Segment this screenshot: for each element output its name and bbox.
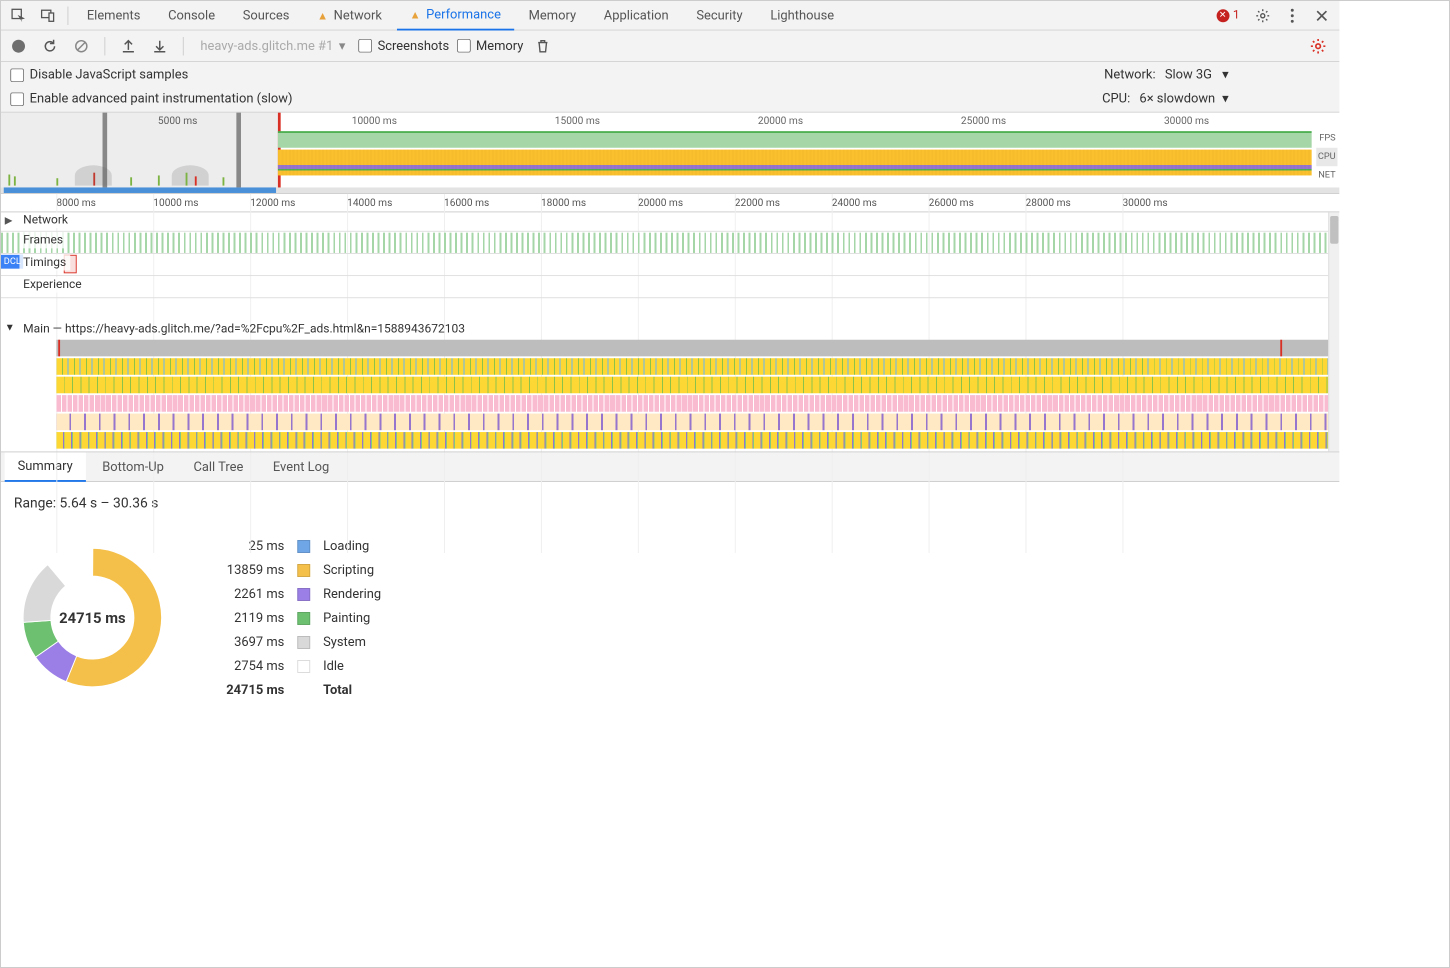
legend-value: 25 ms (226, 539, 284, 554)
track-experience-label[interactable]: Experience (19, 277, 85, 293)
track-main-label[interactable]: Main — https://heavy-ads.glitch.me/?ad=%… (19, 321, 468, 337)
cpu-throttle-label: CPU: (1102, 91, 1130, 106)
performance-toolbar: heavy-ads.glitch.me #1▾ Screenshots Memo… (1, 31, 1339, 62)
legend-name: Scripting (323, 563, 381, 578)
flame-chart[interactable]: ▶ Network Frames DCL Timings Experience … (1, 212, 1339, 452)
devtools-tabbar: Elements Console Sources ▲Network ▲Perfo… (1, 1, 1339, 31)
net-label: NET (1316, 166, 1338, 184)
disable-js-samples-checkbox[interactable]: Disable JavaScript samples (10, 67, 292, 82)
tab-security[interactable]: Security (683, 1, 755, 31)
legend-value: 13859 ms (226, 563, 284, 578)
donut-center-value: 24715 ms (14, 539, 171, 696)
record-button[interactable] (7, 34, 31, 58)
cpu-label: CPU (1316, 148, 1338, 166)
legend-name: Painting (323, 611, 381, 626)
enable-paint-instrumentation-checkbox[interactable]: Enable advanced paint instrumentation (s… (10, 91, 292, 106)
timeline-overview[interactable]: 5000 ms 10000 ms 15000 ms 20000 ms 25000… (1, 113, 1339, 194)
tab-event-log[interactable]: Event Log (260, 452, 342, 482)
legend-value: 3697 ms (226, 635, 284, 650)
fps-label: FPS (1316, 129, 1338, 147)
legend-value: 2119 ms (226, 611, 284, 626)
tab-performance[interactable]: ▲Performance (397, 1, 514, 31)
summary-legend: 25 ms Loading 13859 ms Scripting 2261 ms Rend… (226, 539, 381, 698)
garbage-collect-icon[interactable] (531, 34, 555, 58)
save-profile-icon[interactable] (148, 34, 172, 58)
legend-swatch (297, 636, 310, 649)
tab-call-tree[interactable]: Call Tree (181, 452, 257, 482)
range-text: Range: 5.64 s – 30.36 s (14, 495, 1327, 512)
error-count[interactable]: ✕ 1 (1216, 8, 1239, 22)
tab-elements[interactable]: Elements (74, 1, 153, 31)
tab-summary[interactable]: Summary (5, 452, 86, 482)
detail-ruler[interactable]: 8000 ms 10000 ms 12000 ms 14000 ms 16000… (1, 194, 1339, 212)
separator (183, 37, 184, 55)
inspect-icon[interactable] (5, 1, 33, 29)
tab-sources[interactable]: Sources (230, 1, 303, 31)
tab-memory[interactable]: Memory (516, 1, 589, 31)
main-expander-icon[interactable]: ▼ (5, 321, 15, 333)
legend-total-value: 24715 ms (226, 683, 284, 698)
main-flame[interactable] (56, 340, 1328, 449)
track-frames (1, 233, 1328, 253)
summary-panel: Range: 5.64 s – 30.36 s 24715 ms 25 ms Lo… (1, 482, 1339, 895)
legend-swatch (297, 588, 310, 601)
tab-bottom-up[interactable]: Bottom-Up (89, 452, 177, 482)
track-frames-label[interactable]: Frames (19, 233, 66, 249)
load-profile-icon[interactable] (116, 34, 140, 58)
overview-minibars (1, 131, 278, 185)
legend-swatch (297, 612, 310, 625)
legend-swatch (297, 540, 310, 553)
legend-value: 2261 ms (226, 587, 284, 602)
legend-name: Loading (323, 539, 381, 554)
overview-cpu (278, 150, 1312, 176)
capture-settings-panel: Disable JavaScript samples Enable advanc… (1, 62, 1339, 113)
separator (104, 37, 105, 55)
settings-gear-icon[interactable] (1249, 1, 1277, 29)
clear-button[interactable] (69, 34, 93, 58)
close-icon[interactable] (1308, 1, 1336, 29)
reload-record-button[interactable] (38, 34, 62, 58)
more-menu-icon[interactable] (1278, 1, 1306, 29)
legend-swatch (297, 564, 310, 577)
device-toggle-icon[interactable] (34, 1, 62, 29)
track-timings-label[interactable]: Timings (19, 255, 69, 271)
recording-selector[interactable]: heavy-ads.glitch.me #1▾ (195, 38, 351, 53)
summary-donut-chart: 24715 ms (14, 539, 171, 696)
tab-network[interactable]: ▲Network (304, 1, 395, 31)
tab-console[interactable]: Console (155, 1, 228, 31)
warning-icon: ▲ (317, 9, 328, 22)
capture-settings-icon[interactable] (1306, 34, 1330, 58)
legend-name: Rendering (323, 587, 381, 602)
flame-vertical-scrollbar[interactable] (1328, 212, 1339, 451)
overview-fps (278, 131, 1312, 148)
details-tabbar: Summary Bottom-Up Call Tree Event Log (1, 452, 1339, 482)
legend-total-label: Total (323, 683, 381, 698)
legend-swatch (297, 660, 310, 673)
cpu-throttle-select[interactable]: 6× slowdown ▾ (1139, 91, 1228, 106)
overview-scrubber[interactable] (1, 187, 1339, 193)
error-icon: ✕ (1216, 9, 1229, 22)
separator (67, 6, 68, 24)
network-expander-icon[interactable]: ▶ (5, 214, 13, 226)
tab-lighthouse[interactable]: Lighthouse (757, 1, 847, 31)
track-network-label[interactable]: Network (19, 212, 71, 228)
screenshots-checkbox[interactable]: Screenshots (358, 38, 449, 53)
network-throttle-select[interactable]: Slow 3G ▾ (1165, 67, 1229, 82)
warning-icon: ▲ (410, 8, 421, 21)
legend-name: Idle (323, 659, 381, 674)
network-throttle-label: Network: (1104, 67, 1155, 82)
legend-name: System (323, 635, 381, 650)
tab-application[interactable]: Application (591, 1, 682, 31)
legend-value: 2754 ms (226, 659, 284, 674)
memory-checkbox[interactable]: Memory (457, 38, 524, 53)
